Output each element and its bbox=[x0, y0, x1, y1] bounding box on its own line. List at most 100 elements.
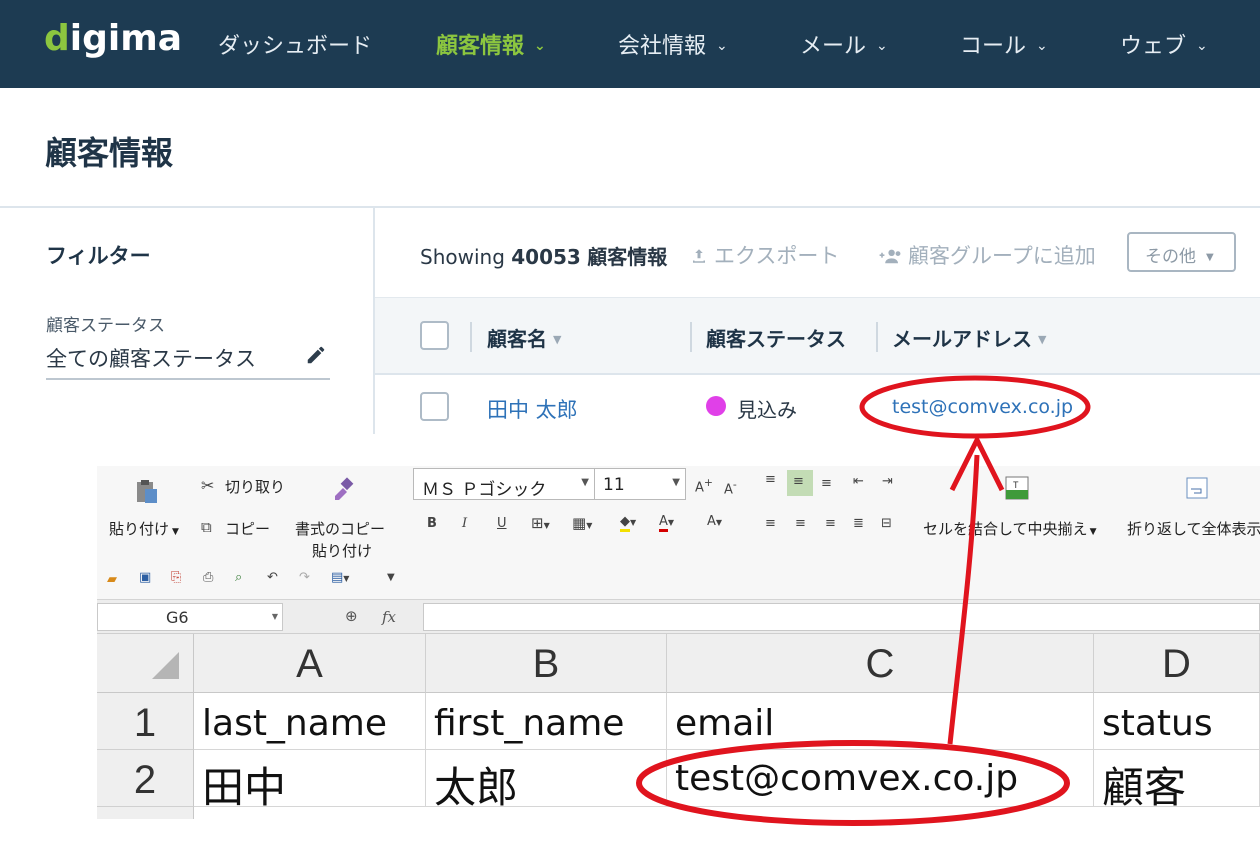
excel-screenshot: 貼り付け ▼ ✂ 切り取り ⧉ コピー 書式のコピー 貼り付け ＭＳ Ｐゴシック ▼… bbox=[97, 466, 1260, 819]
save-icon[interactable]: ▣ bbox=[139, 570, 151, 585]
pencil-icon[interactable] bbox=[305, 344, 329, 368]
format-copy-button[interactable]: 書式のコピー bbox=[295, 518, 385, 539]
clear-format-icon[interactable]: A▼ bbox=[707, 514, 722, 529]
row-checkbox[interactable] bbox=[420, 392, 449, 421]
select-all-checkbox[interactable] bbox=[420, 321, 449, 350]
align-center-icon[interactable]: ≡ bbox=[795, 516, 806, 531]
status-filter-value[interactable]: 全ての顧客ステータス bbox=[46, 343, 256, 373]
customer-name-link[interactable]: 田中 太郎 bbox=[487, 394, 578, 424]
page-title: 顧客情報 bbox=[45, 134, 174, 172]
sort-caret-icon: ▼ bbox=[553, 333, 562, 346]
font-color-icon[interactable]: A▼ bbox=[659, 514, 674, 532]
select-all-corner[interactable] bbox=[97, 634, 194, 693]
row-header-1[interactable]: 1 bbox=[97, 693, 194, 750]
italic-icon[interactable]: I bbox=[462, 516, 467, 531]
column-header-b[interactable]: B bbox=[426, 634, 667, 693]
cell-c1[interactable]: email bbox=[667, 693, 1094, 750]
wrap-text-icon[interactable] bbox=[1186, 477, 1208, 504]
add-to-group-button[interactable]: 顧客グループに追加 bbox=[878, 240, 1096, 270]
align-top-icon[interactable]: ≡ bbox=[765, 472, 776, 487]
nav-item-web[interactable]: ウェブ ⌄ bbox=[1120, 28, 1208, 60]
scissors-icon: ✂ bbox=[201, 476, 215, 495]
font-size-select[interactable]: 11 ▼ bbox=[594, 468, 686, 500]
cell-a1[interactable]: last_name bbox=[194, 693, 426, 750]
row-header-3[interactable] bbox=[97, 807, 194, 819]
cell-b1[interactable]: first_name bbox=[426, 693, 667, 750]
column-header-email[interactable]: メールアドレス ▼ bbox=[892, 323, 1046, 352]
caret-down-icon: ▼ bbox=[1206, 252, 1214, 263]
bold-icon[interactable]: B bbox=[427, 516, 437, 531]
column-divider bbox=[470, 322, 472, 352]
format-painter-icon[interactable] bbox=[329, 476, 355, 507]
column-header-a[interactable]: A bbox=[194, 634, 426, 693]
fill-color-icon[interactable]: ◆▼ bbox=[620, 514, 636, 532]
font-grow-icon[interactable]: A+ bbox=[695, 476, 713, 495]
row-header-2[interactable]: 2 bbox=[97, 750, 194, 807]
border-icon[interactable]: ⊞▼ bbox=[531, 514, 550, 532]
customer-status: 見込み bbox=[737, 398, 797, 422]
wrap-text-button[interactable]: 折り返して全体表示 bbox=[1127, 518, 1260, 539]
align-left-icon[interactable]: ≡ bbox=[765, 516, 776, 531]
nav-item-companies[interactable]: 会社情報 ⌄ bbox=[618, 28, 728, 60]
filter-title: フィルター bbox=[46, 244, 151, 268]
status-dot bbox=[706, 396, 726, 416]
redo-icon[interactable]: ↷ bbox=[299, 570, 310, 585]
merge-center-button[interactable]: セルを結合して中央揃え ▼ bbox=[923, 518, 1096, 539]
column-header-d[interactable]: D bbox=[1094, 634, 1260, 693]
filter-underline bbox=[46, 378, 330, 380]
align-middle-icon[interactable]: ≡ bbox=[787, 470, 813, 496]
copy-button[interactable]: コピー bbox=[225, 518, 270, 539]
align-bottom-icon[interactable]: ≡ bbox=[821, 476, 832, 491]
cell-d2[interactable]: 顧客 bbox=[1094, 750, 1260, 807]
cell-b2[interactable]: 太郎 bbox=[426, 750, 667, 807]
font-name-select[interactable]: ＭＳ Ｐゴシック ▼ bbox=[413, 468, 595, 500]
column-header-status[interactable]: 顧客ステータス bbox=[706, 323, 846, 352]
function-icon[interactable]: fx bbox=[382, 608, 396, 626]
nav-item-call[interactable]: コール ⌄ bbox=[960, 28, 1048, 60]
justify-icon[interactable]: ≣ bbox=[853, 516, 864, 531]
undo-icon[interactable]: ↶ bbox=[267, 570, 278, 585]
align-right-icon[interactable]: ≡ bbox=[825, 516, 836, 531]
name-box[interactable]: G6 ▼ bbox=[97, 603, 283, 631]
digima-logo[interactable]: digima bbox=[44, 18, 182, 59]
header-divider bbox=[0, 206, 1260, 208]
nav-item-mail[interactable]: メール ⌄ bbox=[800, 28, 888, 60]
cell-a2[interactable]: 田中 bbox=[194, 750, 426, 807]
zoom-icon[interactable]: ⊕ bbox=[345, 607, 358, 625]
paste-button[interactable]: 貼り付け ▼ bbox=[109, 518, 179, 539]
indent-decrease-icon[interactable]: ⇤ bbox=[853, 474, 864, 489]
underline-icon[interactable]: U bbox=[497, 516, 507, 531]
svg-text:T: T bbox=[1013, 480, 1019, 490]
result-count: Showing 40053 顧客情報 bbox=[420, 245, 668, 269]
nav-item-customers[interactable]: 顧客情報 ⌄ bbox=[436, 28, 546, 60]
export-button[interactable]: エクスポート bbox=[690, 240, 839, 270]
column-divider bbox=[876, 322, 878, 352]
cell-c2[interactable]: test@comvex.co.jp bbox=[667, 750, 1094, 807]
column-header-name[interactable]: 顧客名 ▼ bbox=[487, 323, 561, 352]
grid-format-icon[interactable]: ▦▼ bbox=[572, 514, 592, 532]
merge-cells-icon[interactable]: T bbox=[1005, 476, 1029, 505]
distribute-icon[interactable]: ⊟ bbox=[881, 516, 892, 531]
column-divider bbox=[690, 322, 692, 352]
more-dropdown-button[interactable]: その他 ▼ bbox=[1127, 232, 1236, 272]
print-preview-icon[interactable]: ⌕ bbox=[235, 570, 242, 585]
open-file-icon[interactable]: ▰ bbox=[107, 572, 117, 587]
column-header-c[interactable]: C bbox=[667, 634, 1094, 693]
cut-button[interactable]: 切り取り bbox=[225, 476, 285, 497]
nav-item-dashboard[interactable]: ダッシュボード bbox=[218, 28, 372, 60]
formula-input[interactable] bbox=[423, 603, 1260, 631]
chevron-down-icon: ⌄ bbox=[876, 38, 888, 54]
indent-increase-icon[interactable]: ⇥ bbox=[882, 474, 893, 489]
cell-d1[interactable]: status bbox=[1094, 693, 1260, 750]
formula-bar: G6 ▼ ⊕ fx bbox=[97, 600, 1260, 634]
top-navigation-bar: digima ダッシュボード 顧客情報 ⌄ 会社情報 ⌄ メール ⌄ コール ⌄ ウェブ… bbox=[0, 0, 1260, 88]
format-icon[interactable]: ▤▼ bbox=[331, 570, 349, 585]
customize-toolbar-icon[interactable]: ▼ bbox=[387, 572, 395, 583]
font-shrink-icon[interactable]: A- bbox=[724, 478, 737, 497]
customer-email-link[interactable]: test@comvex.co.jp bbox=[892, 396, 1073, 418]
print-icon[interactable]: ⎙ bbox=[203, 570, 213, 585]
spreadsheet-grid: A B C D 1 last_name first_name email sta… bbox=[97, 634, 1260, 819]
clipboard-paste-icon[interactable] bbox=[133, 478, 161, 511]
export-pdf-icon[interactable]: ⎘ bbox=[171, 570, 181, 585]
chevron-down-icon: ⌄ bbox=[1036, 38, 1048, 54]
